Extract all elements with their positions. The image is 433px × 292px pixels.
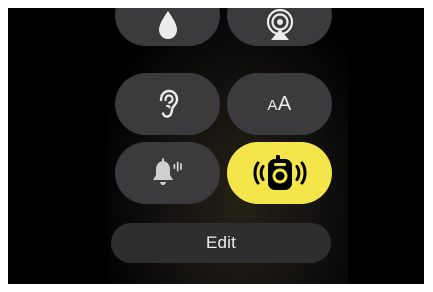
walkie-talkie-button[interactable] [227,142,332,204]
airplay-button[interactable] [227,8,332,46]
ear-icon [156,89,180,119]
text-size-icon: AA [267,92,292,115]
text-size-button[interactable]: AA [227,73,332,135]
airplay-audio-icon [264,9,296,41]
bell-silent-icon [151,157,185,189]
water-drop-icon [157,10,179,40]
edit-button[interactable]: Edit [111,223,331,263]
silent-mode-button[interactable] [115,142,220,204]
edit-button-label: Edit [205,233,237,252]
water-lock-button[interactable] [115,8,220,46]
hearing-button[interactable] [115,73,220,135]
walkie-talkie-icon [249,154,311,192]
control-center-screen: AA Edit [8,8,424,284]
